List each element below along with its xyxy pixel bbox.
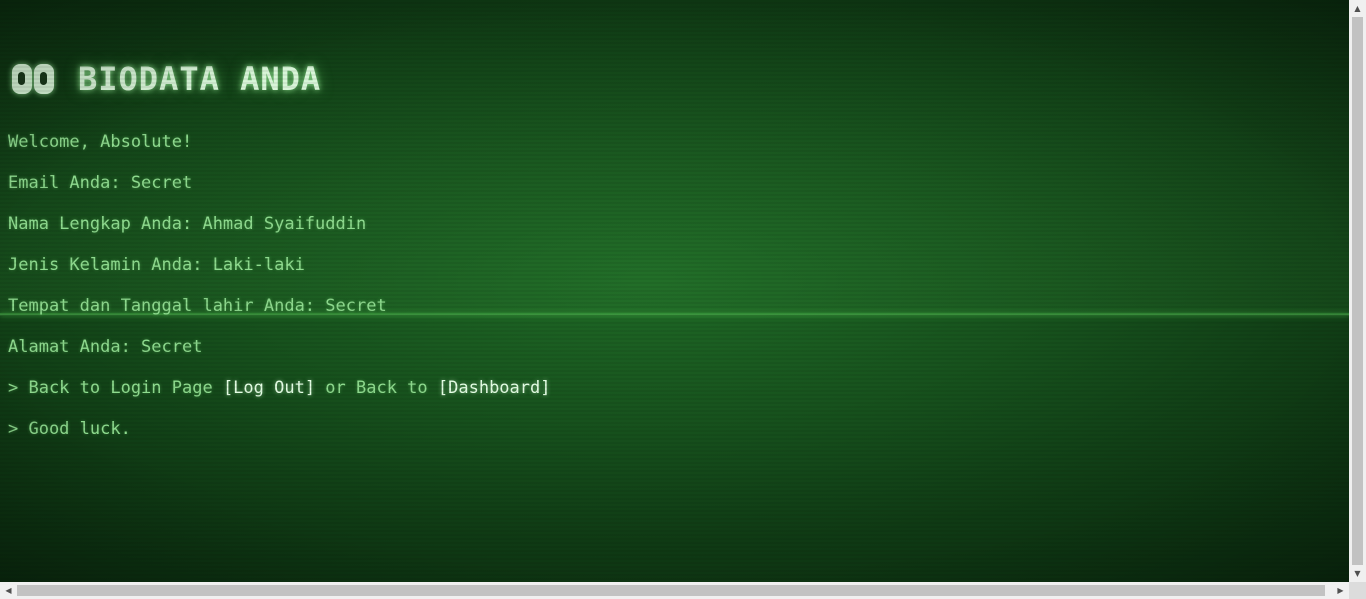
welcome-text: Welcome, Absolute! xyxy=(8,132,193,152)
page-viewport: BIODATA ANDA Welcome, Absolute! Email An… xyxy=(0,0,1349,582)
scroll-right-icon[interactable]: ▶ xyxy=(1332,582,1349,599)
scroll-up-icon[interactable]: ▲ xyxy=(1349,0,1366,17)
nama-lengkap-text: Nama Lengkap Anda: Ahmad Syaifuddin xyxy=(8,214,367,234)
scroll-left-icon[interactable]: ◀ xyxy=(0,582,17,599)
jenis-kelamin-text: Jenis Kelamin Anda: Laki-laki xyxy=(8,255,305,275)
page-title-text: BIODATA ANDA xyxy=(78,60,322,98)
good-luck-text: > Good luck. xyxy=(8,419,131,439)
logout-link[interactable]: [Log Out] xyxy=(223,378,315,398)
dashboard-link[interactable]: [Dashboard] xyxy=(438,378,551,398)
horizontal-scrollbar[interactable]: ◀ ▶ xyxy=(0,582,1349,599)
alamat-text: Alamat Anda: Secret xyxy=(8,337,203,357)
nav-prefix: > Back to Login Page xyxy=(8,378,223,398)
scroll-down-icon[interactable]: ▼ xyxy=(1349,565,1366,582)
page-title: BIODATA ANDA xyxy=(12,60,321,98)
nav-middle: or Back to xyxy=(315,378,438,398)
vertical-scroll-thumb[interactable] xyxy=(1352,17,1363,565)
eyes-icon xyxy=(12,62,56,96)
horizontal-scroll-thumb[interactable] xyxy=(17,585,1325,596)
ttl-text: Tempat dan Tanggal lahir Anda: Secret xyxy=(8,296,387,316)
vertical-scrollbar[interactable]: ▲ ▼ xyxy=(1349,0,1366,582)
scrollbar-corner xyxy=(1349,582,1366,599)
nav-line: > Back to Login Page [Log Out] or Back t… xyxy=(8,378,550,398)
email-text: Email Anda: Secret xyxy=(8,173,193,193)
